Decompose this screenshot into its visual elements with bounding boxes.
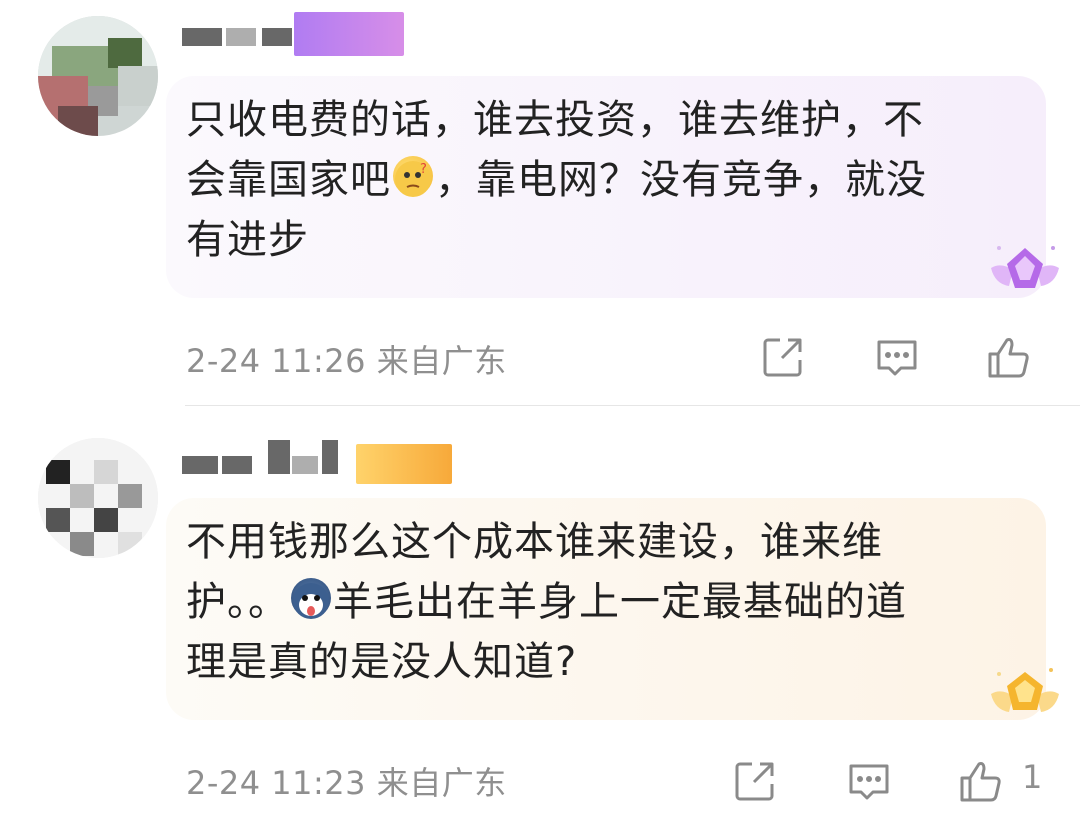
comment-location: 来自广东 [376,342,507,380]
comment-location: 来自广东 [376,764,507,802]
avatar[interactable] [38,438,158,558]
comment-item: 不用钱那么这个成本谁来建设，谁来维 护。。 羊毛出在羊身上一定最基础的道 理是真的… [0,406,1080,824]
comment-text: 不用钱那么这个成本谁来建设，谁来维 护。。 羊毛出在羊身上一定最基础的道 理是真的… [186,512,1016,692]
svg-text:?: ? [420,162,428,177]
comment-meta: 2-24 11:23 来自广东 [186,758,507,804]
comment-item: 只收电费的话，谁去投资，谁去维护，不 会靠国家吧? ，靠电网？没有竞争，就没 有进… [0,0,1080,405]
share-icon[interactable] [732,758,778,804]
comment-meta: 2-24 11:26 来自广东 [186,336,507,382]
thumbs-up-icon[interactable] [958,758,1004,804]
vip-badge [294,12,404,56]
thinking-face-icon: ? [393,156,433,197]
like-count: 1 [1022,758,1043,796]
reply-icon[interactable] [846,758,892,804]
comment-time: 2-24 11:23 [186,764,367,802]
avatar[interactable] [38,16,158,136]
thumbs-up-icon[interactable] [986,334,1032,380]
gold-medal-icon [985,664,1065,724]
vip-badge [356,444,452,484]
reply-icon[interactable] [874,334,920,380]
comment-text: 只收电费的话，谁去投资，谁去维护，不 会靠国家吧? ，靠电网？没有竞争，就没 有进… [186,90,1016,270]
purple-diamond-medal-icon [985,240,1065,300]
husky-face-icon [291,578,331,619]
comment-time: 2-24 11:26 [186,342,367,380]
share-icon[interactable] [760,334,806,380]
